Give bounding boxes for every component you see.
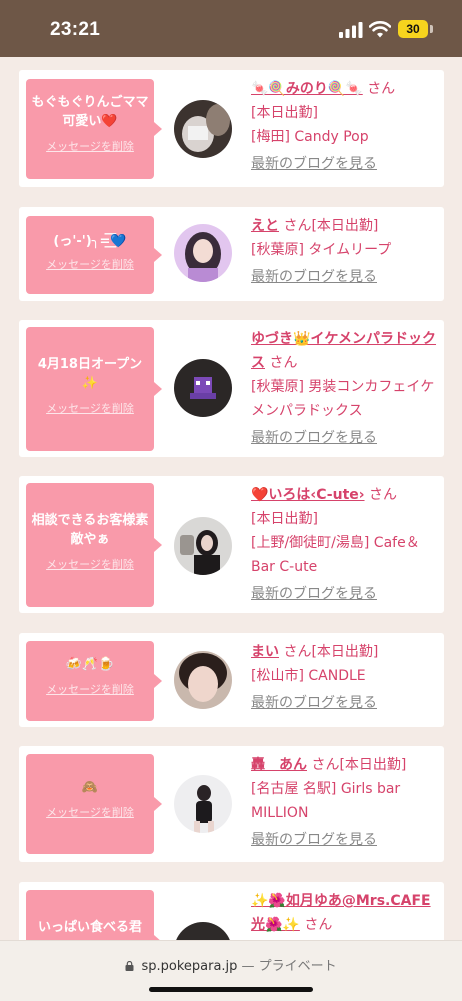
message-bubble: いっぱい食べる君 <box>26 890 162 940</box>
delete-message-link[interactable]: メッセージを削除 <box>46 681 134 697</box>
avatar[interactable] <box>174 359 232 417</box>
avatar[interactable] <box>174 517 232 575</box>
battery-level: 30 <box>406 22 420 36</box>
status-bar: 23:21 30 <box>0 0 462 57</box>
delete-message-link[interactable]: メッセージを削除 <box>46 400 134 416</box>
message-bubble: もぐもぐりんごママ可愛い❤️ メッセージを削除 <box>26 79 162 179</box>
cast-name-link[interactable]: ❤️いろは‹C-ute› <box>251 487 365 503</box>
message-card: もぐもぐりんごママ可愛い❤️ メッセージを削除 🍬🍭みのり🍭🍬 さん [本日出勤… <box>19 70 444 187</box>
avatar[interactable] <box>174 224 232 282</box>
avatar[interactable] <box>174 922 232 940</box>
shop-name: [梅田] Candy Pop <box>251 129 369 145</box>
delete-message-link[interactable]: メッセージを削除 <box>46 556 134 572</box>
latest-blog-link[interactable]: 最新のブログを見る <box>251 265 437 289</box>
message-text: 相談できるお客様素敵やぁ <box>31 513 149 547</box>
message-card: 相談できるお客様素敵やぁ メッセージを削除 ❤️いろは‹C-ute› さん [本… <box>19 476 444 613</box>
honorific: さん <box>283 644 312 660</box>
avatar[interactable] <box>174 100 232 158</box>
message-text: 4月18日オープン✨ <box>37 357 143 391</box>
cast-info: まい さん[本日出勤] [松山市] CANDLE 最新のブログを見る <box>251 640 437 715</box>
work-status-badge: [本日出勤] <box>311 644 379 660</box>
message-card: 4月18日オープン✨ メッセージを削除 ゆづき👑イケメンパラドックス さん [秋… <box>19 320 444 457</box>
honorific: さん <box>368 487 397 503</box>
battery-icon: 30 <box>398 20 428 38</box>
message-text: (っ'-')╮=͟͟͞͞💙 <box>53 234 127 249</box>
message-card: 🙈 メッセージを削除 轟 あん さん[本日出勤] [名古屋 名駅] Girls … <box>19 746 444 862</box>
browser-bottom-bar: sp.pokepara.jp — プライベート <box>0 940 462 1001</box>
work-status-badge: [本日出勤] <box>311 218 379 234</box>
shop-name: [名古屋 名駅] Girls bar MILLION <box>251 781 401 821</box>
cast-info: 🍬🍭みのり🍭🍬 さん [本日出勤] [梅田] Candy Pop 最新のブログを… <box>251 77 437 176</box>
latest-blog-link[interactable]: 最新のブログを見る <box>251 426 437 450</box>
latest-blog-link[interactable]: 最新のブログを見る <box>251 152 437 176</box>
latest-blog-link[interactable]: 最新のブログを見る <box>251 828 437 852</box>
lock-icon <box>125 961 134 971</box>
cast-name-link[interactable]: ✨🌺如月ゆあ@Mrs.CAFE光🌺✨ <box>251 893 431 933</box>
message-text: 🙈 <box>81 780 99 795</box>
cast-name-link[interactable]: えと <box>251 218 279 234</box>
message-text: いっぱい食べる君 <box>37 920 142 935</box>
message-bubble: 4月18日オープン✨ メッセージを削除 <box>26 327 162 451</box>
cellular-signal-icon <box>339 22 363 38</box>
shop-name: [上野/御徒町/湯島] Cafe＆Bar C-ute <box>251 535 420 575</box>
delete-message-link[interactable]: メッセージを削除 <box>46 138 134 154</box>
honorific: さん <box>269 355 298 371</box>
shop-name: [秋葉原] タイムリープ <box>251 242 392 258</box>
latest-blog-link[interactable]: 最新のブログを見る <box>251 582 437 606</box>
avatar[interactable] <box>174 651 232 709</box>
honorific: さん <box>311 757 340 773</box>
delete-message-link[interactable]: メッセージを削除 <box>46 256 134 272</box>
message-card: (っ'-')╮=͟͟͞͞💙 メッセージを削除 えと さん[本日出勤] [秋葉原]… <box>19 207 444 301</box>
cast-name-link[interactable]: 🍬🍭みのり🍭🍬 <box>251 81 363 97</box>
work-status-badge: [本日出勤] <box>251 105 318 121</box>
honorific: さん <box>304 917 333 933</box>
avatar[interactable] <box>174 775 232 833</box>
cast-info: ゆづき👑イケメンパラドックス さん [秋葉原] 男装コンカフェイケメンパラドック… <box>251 327 437 450</box>
cast-info: 轟 あん さん[本日出勤] [名古屋 名駅] Girls bar MILLION… <box>251 753 437 852</box>
cast-info: えと さん[本日出勤] [秋葉原] タイムリープ 最新のブログを見る <box>251 214 437 289</box>
message-list: もぐもぐりんごママ可愛い❤️ メッセージを削除 🍬🍭みのり🍭🍬 さん [本日出勤… <box>0 57 462 940</box>
cast-name-link[interactable]: まい <box>251 644 279 660</box>
wifi-icon <box>369 21 391 38</box>
cast-info: ❤️いろは‹C-ute› さん [本日出勤] [上野/御徒町/湯島] Cafe＆… <box>251 483 437 606</box>
shop-name: [秋葉原] 男装コンカフェイケメンパラドックス <box>251 379 435 419</box>
message-card: 🍻🥂🍺 メッセージを削除 まい さん[本日出勤] [松山市] CANDLE 最新… <box>19 633 444 727</box>
cast-info: ✨🌺如月ゆあ@Mrs.CAFE光🌺✨ さん <box>251 889 437 937</box>
url-separator: — <box>237 959 259 974</box>
cast-name-link[interactable]: 轟 あん <box>251 757 307 773</box>
status-time: 23:21 <box>50 19 101 40</box>
honorific: さん <box>283 218 312 234</box>
message-bubble: 🙈 メッセージを削除 <box>26 754 162 854</box>
battery-tip <box>430 25 433 33</box>
message-card: いっぱい食べる君 ✨🌺如月ゆあ@Mrs.CAFE光🌺✨ さん <box>19 882 444 940</box>
home-indicator[interactable] <box>149 987 313 992</box>
private-browsing-label: プライベート <box>258 959 337 974</box>
url-text: sp.pokepara.jp <box>141 959 238 974</box>
message-text: もぐもぐりんごママ可愛い❤️ <box>31 95 149 129</box>
message-text: 🍻🥂🍺 <box>65 657 115 672</box>
address-bar[interactable]: sp.pokepara.jp — プライベート <box>0 955 462 974</box>
message-bubble: (っ'-')╮=͟͟͞͞💙 メッセージを削除 <box>26 216 162 294</box>
shop-name: [松山市] CANDLE <box>251 668 366 684</box>
work-status-badge: [本日出勤] <box>251 511 318 527</box>
message-bubble: 🍻🥂🍺 メッセージを削除 <box>26 641 162 721</box>
work-status-badge: [本日出勤] <box>339 757 407 773</box>
delete-message-link[interactable]: メッセージを削除 <box>46 804 134 820</box>
message-bubble: 相談できるお客様素敵やぁ メッセージを削除 <box>26 483 162 607</box>
honorific: さん <box>367 81 396 97</box>
latest-blog-link[interactable]: 最新のブログを見る <box>251 691 437 715</box>
